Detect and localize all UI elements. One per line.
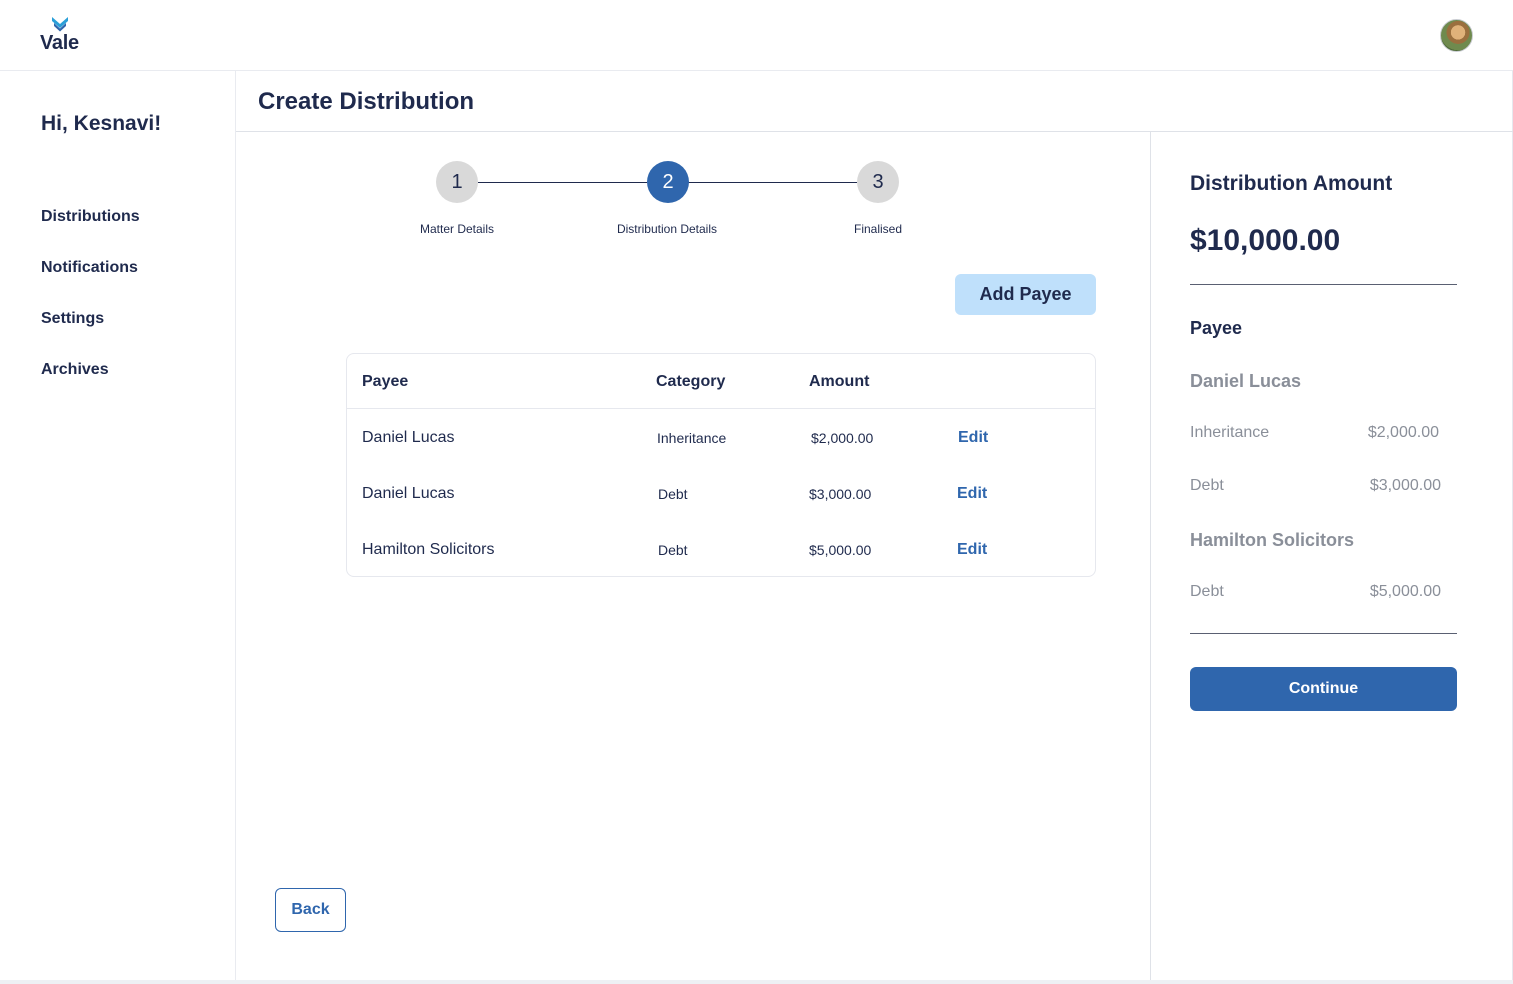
sidebar-item-notifications[interactable]: Notifications xyxy=(41,259,138,277)
step-1-circle[interactable]: 1 xyxy=(436,161,478,203)
row-category: Debt xyxy=(658,486,688,502)
table-row: Daniel Lucas Inheritance $2,000.00 Edit xyxy=(347,410,1095,466)
summary-title: Distribution Amount xyxy=(1190,172,1393,195)
edit-link[interactable]: Edit xyxy=(958,429,988,447)
page-title: Create Distribution xyxy=(258,88,475,115)
step-3-label: Finalised xyxy=(853,222,903,236)
user-avatar[interactable] xyxy=(1440,19,1473,52)
summary-divider-top xyxy=(1190,284,1457,285)
summary-line-category: Debt xyxy=(1190,477,1224,494)
summary-line-category: Inheritance xyxy=(1190,424,1270,441)
summary-payee-heading: Payee xyxy=(1190,318,1243,338)
summary-line-amount: $5,000.00 xyxy=(1369,583,1441,600)
row-amount: $2,000.00 xyxy=(811,430,874,446)
summary-payee-name: Hamilton Solicitors xyxy=(1190,530,1355,550)
step-connector-2-3 xyxy=(688,182,857,183)
table-row: Daniel Lucas Debt $3,000.00 Edit xyxy=(347,466,1095,522)
greeting-text: Hi, Kesnavi! xyxy=(41,112,162,135)
continue-button[interactable]: Continue xyxy=(1190,667,1457,711)
summary-payee-name: Daniel Lucas xyxy=(1190,371,1302,391)
edit-link[interactable]: Edit xyxy=(957,541,987,559)
add-payee-button[interactable]: Add Payee xyxy=(955,274,1096,315)
table-header: Payee Category Amount xyxy=(347,354,1095,409)
distribution-summary-panel: Distribution Amount $10,000.00 Payee Dan… xyxy=(1150,132,1512,980)
payee-table: Payee Category Amount Daniel Lucas Inher… xyxy=(346,353,1096,577)
logo-text: Vale xyxy=(40,32,79,54)
summary-total-amount: $10,000.00 xyxy=(1190,224,1341,257)
step-2-circle[interactable]: 2 xyxy=(647,161,689,203)
column-header-amount: Amount xyxy=(809,373,870,390)
vale-chevron-logo-icon xyxy=(52,17,68,32)
row-category: Debt xyxy=(658,542,688,558)
row-payee: Hamilton Solicitors xyxy=(362,541,495,558)
summary-line-category: Debt xyxy=(1190,583,1224,600)
step-connector-1-2 xyxy=(478,182,647,183)
sidebar-item-archives[interactable]: Archives xyxy=(41,361,109,379)
sidebar-item-distributions[interactable]: Distributions xyxy=(41,208,140,226)
top-bar: Vale xyxy=(0,0,1513,71)
step-1-label: Matter Details xyxy=(419,222,495,236)
step-2-label: Distribution Details xyxy=(616,222,718,236)
summary-line-amount: $3,000.00 xyxy=(1369,477,1441,494)
row-amount: $5,000.00 xyxy=(809,542,872,558)
step-3-circle[interactable]: 3 xyxy=(857,161,899,203)
row-payee: Daniel Lucas xyxy=(362,485,455,502)
row-category: Inheritance xyxy=(657,430,727,446)
column-header-payee: Payee xyxy=(362,373,409,390)
page-header: Create Distribution xyxy=(236,71,1513,132)
edit-link[interactable]: Edit xyxy=(957,485,987,503)
table-row: Hamilton Solicitors Debt $5,000.00 Edit xyxy=(347,522,1095,578)
sidebar: Hi, Kesnavi! Distributions Notifications… xyxy=(0,71,236,980)
frame-border-bottom xyxy=(0,980,1513,984)
app-logo[interactable]: Vale xyxy=(40,16,82,56)
back-button[interactable]: Back xyxy=(275,888,346,932)
summary-divider-bottom xyxy=(1190,633,1457,634)
row-payee: Daniel Lucas xyxy=(362,429,455,446)
sidebar-item-settings[interactable]: Settings xyxy=(41,310,104,328)
main-content: 1 2 3 Matter Details Distribution Detail… xyxy=(236,132,1151,980)
row-amount: $3,000.00 xyxy=(809,486,872,502)
column-header-category: Category xyxy=(656,373,726,390)
summary-line-amount: $2,000.00 xyxy=(1367,424,1439,441)
